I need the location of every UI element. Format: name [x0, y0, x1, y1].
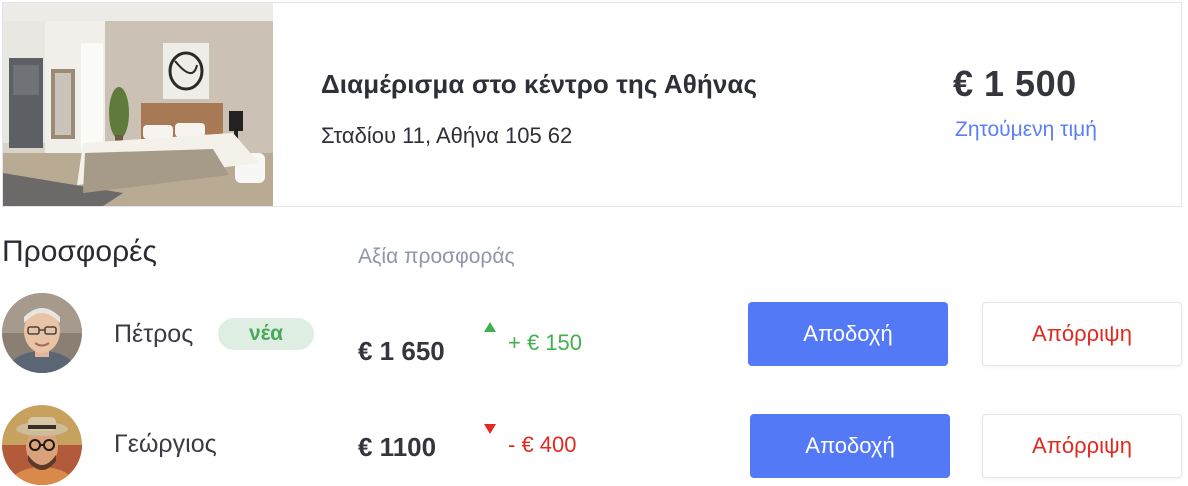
- arrow-down-icon: [484, 424, 496, 434]
- asking-price-label: Ζητούμενη τιμή: [955, 118, 1097, 141]
- offer-name: Πέτρος: [114, 320, 194, 348]
- offer-amount: € 1100: [358, 432, 437, 462]
- bedroom-photo: [3, 3, 273, 206]
- listing-photo: [3, 3, 273, 206]
- accept-button[interactable]: Αποδοχή: [750, 414, 950, 478]
- offer-row: Γεώργιος € 1100 - € 400 Αποδοχή Απόρριψη: [0, 402, 1188, 486]
- offer-name: Γεώργιος: [114, 430, 217, 458]
- reject-button[interactable]: Απόρριψη: [982, 302, 1182, 366]
- listing-title: Διαμέρισμα στο κέντρο της Αθήνας: [321, 69, 758, 99]
- offer-value-header: Αξία προσφοράς: [358, 245, 515, 268]
- offer-row: Πέτρος νέα € 1 650 + € 150 Αποδοχή Απόρρ…: [0, 290, 1188, 380]
- offer-difference: + € 150: [508, 330, 583, 355]
- older-man-avatar-icon: [2, 293, 82, 373]
- avatar: [2, 405, 82, 485]
- listing-card[interactable]: Διαμέρισμα στο κέντρο της Αθήνας Σταδίου…: [2, 2, 1182, 207]
- offers-title: Προσφορές: [2, 235, 157, 268]
- listing-address: Σταδίου 11, Αθήνα 105 62: [321, 123, 573, 148]
- accept-button[interactable]: Αποδοχή: [748, 302, 948, 366]
- listing-price: € 1 500: [953, 63, 1077, 104]
- offer-difference: - € 400: [508, 432, 577, 457]
- arrow-up-icon: [484, 322, 496, 332]
- avatar: [2, 293, 82, 373]
- offer-amount: € 1 650: [358, 336, 445, 366]
- young-man-avatar-icon: [2, 405, 82, 485]
- reject-button[interactable]: Απόρριψη: [982, 414, 1182, 478]
- new-badge: νέα: [218, 318, 314, 350]
